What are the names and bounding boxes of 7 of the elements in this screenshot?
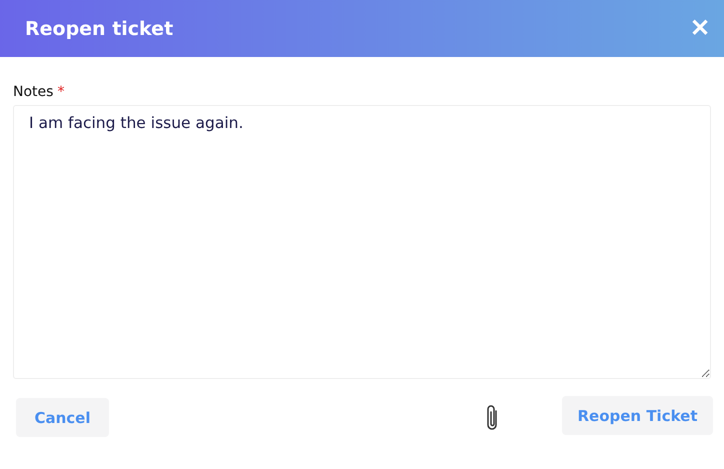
close-button[interactable]: ✕ (690, 16, 710, 40)
required-mark: * (57, 84, 64, 100)
dialog-title: Reopen ticket (25, 18, 174, 40)
notes-label: Notes (13, 84, 54, 100)
reopen-ticket-button[interactable]: Reopen Ticket (562, 396, 713, 435)
cancel-button[interactable]: Cancel (16, 398, 109, 437)
notes-field[interactable]: I am facing the issue again. (13, 105, 711, 379)
